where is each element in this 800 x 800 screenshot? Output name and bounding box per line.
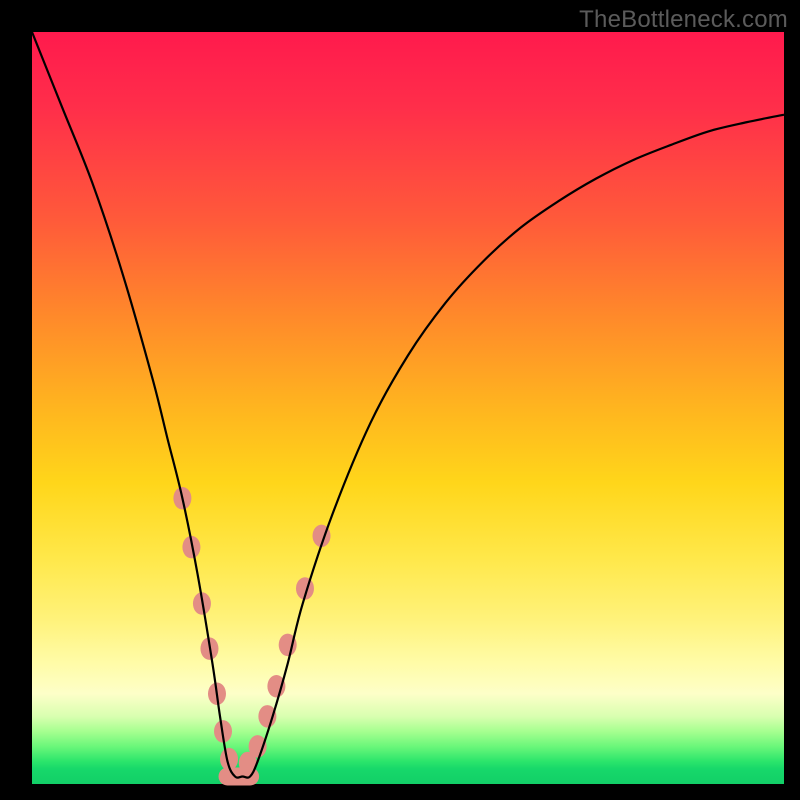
plot-area [32, 32, 784, 784]
chart-frame: TheBottleneck.com [0, 0, 800, 800]
bottleneck-curve [32, 32, 784, 778]
curve-layer [32, 32, 784, 784]
watermark-text: TheBottleneck.com [579, 6, 788, 34]
